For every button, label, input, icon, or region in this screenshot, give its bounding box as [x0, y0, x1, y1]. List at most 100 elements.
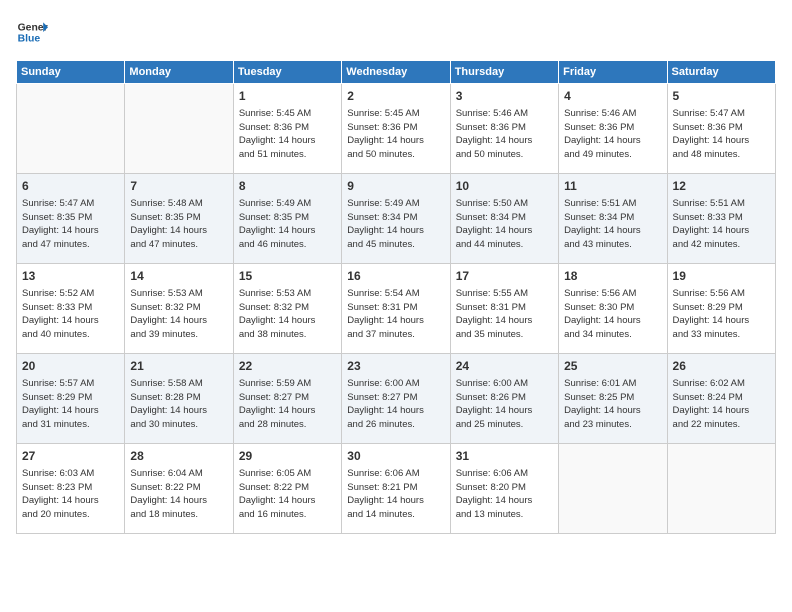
calendar-week-row: 6Sunrise: 5:47 AM Sunset: 8:35 PM Daylig… [17, 174, 776, 264]
day-number: 8 [239, 178, 336, 195]
day-info: Sunrise: 6:06 AM Sunset: 8:21 PM Dayligh… [347, 467, 444, 522]
day-number: 11 [564, 178, 661, 195]
calendar-day-cell: 3 Sunrise: 5:46 AM Sunset: 8:36 PM Daylig… [450, 84, 558, 174]
day-info: Sunrise: 6:03 AM Sunset: 8:23 PM Dayligh… [22, 467, 119, 522]
calendar-week-row: 27Sunrise: 6:03 AM Sunset: 8:23 PM Dayli… [17, 444, 776, 534]
calendar-table: SundayMondayTuesdayWednesdayThursdayFrid… [16, 60, 776, 534]
day-number: 3 [456, 88, 553, 105]
calendar-day-cell: 12 Sunrise: 5:51 AM Sunset: 8:33 PM Dayli… [667, 174, 775, 264]
day-info: Sunrise: 5:45 AM Sunset: 8:36 PM Dayligh… [347, 107, 444, 162]
day-number: 30 [347, 448, 444, 465]
day-info: Sunrise: 5:54 AM Sunset: 8:31 PM Dayligh… [347, 287, 444, 342]
day-number: 28 [130, 448, 227, 465]
calendar-day-cell: 23Sunrise: 6:00 AM Sunset: 8:27 PM Dayli… [342, 354, 450, 444]
day-info: Sunrise: 5:55 AM Sunset: 8:31 PM Dayligh… [456, 287, 553, 342]
calendar-day-cell: 18Sunrise: 5:56 AM Sunset: 8:30 PM Dayli… [559, 264, 667, 354]
calendar-day-cell: 2 Sunrise: 5:45 AM Sunset: 8:36 PM Daylig… [342, 84, 450, 174]
day-info: Sunrise: 6:05 AM Sunset: 8:22 PM Dayligh… [239, 467, 336, 522]
calendar-day-cell [17, 84, 125, 174]
calendar-week-row: 13 Sunrise: 5:52 AM Sunset: 8:33 PM Dayli… [17, 264, 776, 354]
day-number: 24 [456, 358, 553, 375]
day-number: 21 [130, 358, 227, 375]
calendar-day-cell: 17 Sunrise: 5:55 AM Sunset: 8:31 PM Dayli… [450, 264, 558, 354]
day-number: 4 [564, 88, 661, 105]
calendar-day-cell: 26 Sunrise: 6:02 AM Sunset: 8:24 PM Dayli… [667, 354, 775, 444]
day-info: Sunrise: 5:45 AM Sunset: 8:36 PM Dayligh… [239, 107, 336, 162]
weekday-header-thursday: Thursday [450, 61, 558, 84]
calendar-day-cell: 8 Sunrise: 5:49 AM Sunset: 8:35 PM Daylig… [233, 174, 341, 264]
day-number: 6 [22, 178, 119, 195]
calendar-day-cell: 5Sunrise: 5:47 AM Sunset: 8:36 PM Daylig… [667, 84, 775, 174]
day-info: Sunrise: 6:04 AM Sunset: 8:22 PM Dayligh… [130, 467, 227, 522]
day-number: 19 [673, 268, 770, 285]
calendar-day-cell [125, 84, 233, 174]
weekday-header-friday: Friday [559, 61, 667, 84]
logo-icon: General Blue [16, 16, 48, 48]
day-number: 25 [564, 358, 661, 375]
calendar-day-cell: 14Sunrise: 5:53 AM Sunset: 8:32 PM Dayli… [125, 264, 233, 354]
logo: General Blue [16, 16, 48, 48]
calendar-day-cell: 19 Sunrise: 5:56 AM Sunset: 8:29 PM Dayli… [667, 264, 775, 354]
day-info: Sunrise: 5:53 AM Sunset: 8:32 PM Dayligh… [239, 287, 336, 342]
page-header: General Blue [16, 16, 776, 48]
calendar-day-cell: 10 Sunrise: 5:50 AM Sunset: 8:34 PM Dayli… [450, 174, 558, 264]
calendar-day-cell: 27Sunrise: 6:03 AM Sunset: 8:23 PM Dayli… [17, 444, 125, 534]
calendar-day-cell: 15 Sunrise: 5:53 AM Sunset: 8:32 PM Dayli… [233, 264, 341, 354]
day-info: Sunrise: 5:57 AM Sunset: 8:29 PM Dayligh… [22, 377, 119, 432]
weekday-header-tuesday: Tuesday [233, 61, 341, 84]
calendar-day-cell: 6Sunrise: 5:47 AM Sunset: 8:35 PM Daylig… [17, 174, 125, 264]
calendar-day-cell: 1 Sunrise: 5:45 AM Sunset: 8:36 PM Daylig… [233, 84, 341, 174]
calendar-day-cell: 9 Sunrise: 5:49 AM Sunset: 8:34 PM Daylig… [342, 174, 450, 264]
calendar-day-cell: 30 Sunrise: 6:06 AM Sunset: 8:21 PM Dayli… [342, 444, 450, 534]
day-info: Sunrise: 6:02 AM Sunset: 8:24 PM Dayligh… [673, 377, 770, 432]
day-number: 2 [347, 88, 444, 105]
day-number: 7 [130, 178, 227, 195]
day-number: 9 [347, 178, 444, 195]
day-info: Sunrise: 6:06 AM Sunset: 8:20 PM Dayligh… [456, 467, 553, 522]
day-info: Sunrise: 5:47 AM Sunset: 8:36 PM Dayligh… [673, 107, 770, 162]
calendar-day-cell: 31Sunrise: 6:06 AM Sunset: 8:20 PM Dayli… [450, 444, 558, 534]
calendar-day-cell: 24 Sunrise: 6:00 AM Sunset: 8:26 PM Dayli… [450, 354, 558, 444]
calendar-day-cell: 16 Sunrise: 5:54 AM Sunset: 8:31 PM Dayli… [342, 264, 450, 354]
day-info: Sunrise: 5:56 AM Sunset: 8:29 PM Dayligh… [673, 287, 770, 342]
day-number: 22 [239, 358, 336, 375]
day-info: Sunrise: 5:49 AM Sunset: 8:35 PM Dayligh… [239, 197, 336, 252]
calendar-day-cell: 21 Sunrise: 5:58 AM Sunset: 8:28 PM Dayli… [125, 354, 233, 444]
day-info: Sunrise: 5:46 AM Sunset: 8:36 PM Dayligh… [456, 107, 553, 162]
calendar-day-cell: 4 Sunrise: 5:46 AM Sunset: 8:36 PM Daylig… [559, 84, 667, 174]
day-number: 14 [130, 268, 227, 285]
day-info: Sunrise: 5:51 AM Sunset: 8:33 PM Dayligh… [673, 197, 770, 252]
day-info: Sunrise: 5:58 AM Sunset: 8:28 PM Dayligh… [130, 377, 227, 432]
day-info: Sunrise: 6:00 AM Sunset: 8:26 PM Dayligh… [456, 377, 553, 432]
day-number: 17 [456, 268, 553, 285]
day-info: Sunrise: 5:52 AM Sunset: 8:33 PM Dayligh… [22, 287, 119, 342]
calendar-day-cell: 13 Sunrise: 5:52 AM Sunset: 8:33 PM Dayli… [17, 264, 125, 354]
day-number: 18 [564, 268, 661, 285]
day-number: 10 [456, 178, 553, 195]
calendar-day-cell [667, 444, 775, 534]
day-info: Sunrise: 6:00 AM Sunset: 8:27 PM Dayligh… [347, 377, 444, 432]
calendar-day-cell: 28 Sunrise: 6:04 AM Sunset: 8:22 PM Dayli… [125, 444, 233, 534]
day-info: Sunrise: 6:01 AM Sunset: 8:25 PM Dayligh… [564, 377, 661, 432]
day-info: Sunrise: 5:48 AM Sunset: 8:35 PM Dayligh… [130, 197, 227, 252]
day-number: 15 [239, 268, 336, 285]
calendar-day-cell: 22 Sunrise: 5:59 AM Sunset: 8:27 PM Dayli… [233, 354, 341, 444]
calendar-day-cell [559, 444, 667, 534]
day-number: 26 [673, 358, 770, 375]
day-info: Sunrise: 5:59 AM Sunset: 8:27 PM Dayligh… [239, 377, 336, 432]
calendar-week-row: 20 Sunrise: 5:57 AM Sunset: 8:29 PM Dayli… [17, 354, 776, 444]
calendar-day-cell: 7 Sunrise: 5:48 AM Sunset: 8:35 PM Daylig… [125, 174, 233, 264]
day-number: 12 [673, 178, 770, 195]
day-info: Sunrise: 5:51 AM Sunset: 8:34 PM Dayligh… [564, 197, 661, 252]
day-number: 13 [22, 268, 119, 285]
day-info: Sunrise: 5:49 AM Sunset: 8:34 PM Dayligh… [347, 197, 444, 252]
day-info: Sunrise: 5:46 AM Sunset: 8:36 PM Dayligh… [564, 107, 661, 162]
weekday-header-saturday: Saturday [667, 61, 775, 84]
day-number: 16 [347, 268, 444, 285]
svg-text:Blue: Blue [18, 34, 41, 45]
day-info: Sunrise: 5:50 AM Sunset: 8:34 PM Dayligh… [456, 197, 553, 252]
day-number: 20 [22, 358, 119, 375]
weekday-header-monday: Monday [125, 61, 233, 84]
day-number: 1 [239, 88, 336, 105]
weekday-header-row: SundayMondayTuesdayWednesdayThursdayFrid… [17, 61, 776, 84]
